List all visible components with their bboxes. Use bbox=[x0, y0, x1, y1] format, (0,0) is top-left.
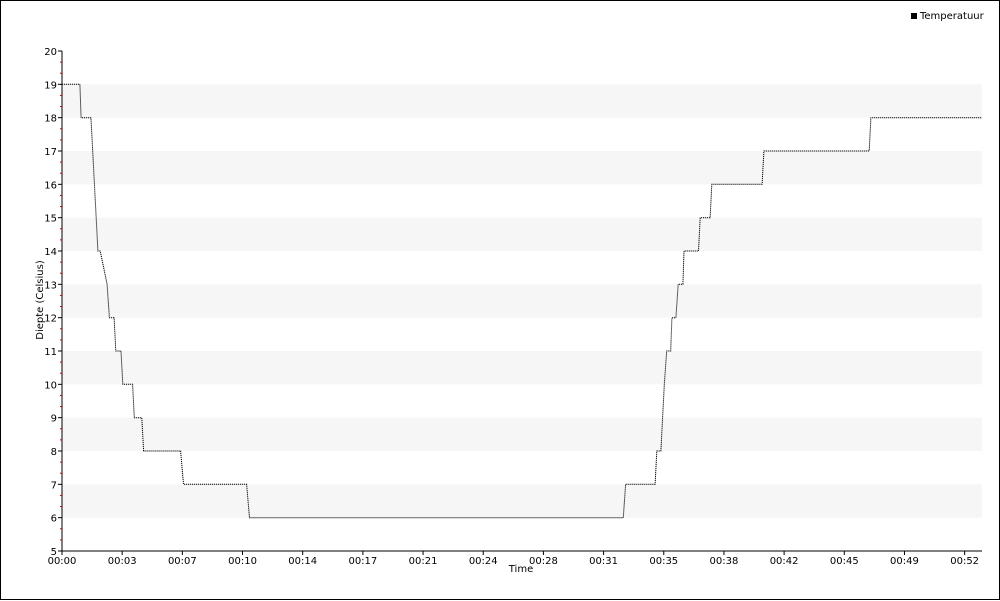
grid-band-8 bbox=[62, 417, 982, 451]
y-tick-label-14: 14 bbox=[44, 247, 57, 258]
y-tick-label-13: 13 bbox=[44, 280, 57, 291]
grid-band-18 bbox=[62, 84, 982, 118]
legend: Temperatuur bbox=[911, 11, 985, 22]
x-tick-label-3: 00:10 bbox=[228, 556, 257, 567]
y-tick-label-6: 6 bbox=[51, 514, 57, 525]
y-tick-label-12: 12 bbox=[44, 314, 57, 325]
y-tick-label-9: 9 bbox=[51, 414, 57, 425]
x-tick-label-6: 00:21 bbox=[409, 556, 438, 567]
temperature-chart: 567891011121314151617181920 00:00 00:03 00… bbox=[35, 11, 985, 575]
grid-bands bbox=[62, 84, 982, 518]
x-tick-label-14: 00:49 bbox=[890, 556, 919, 567]
legend-label-temperatuur: Temperatuur bbox=[919, 11, 985, 22]
x-axis-label: Time bbox=[508, 564, 533, 575]
y-tick-label-20: 20 bbox=[44, 47, 57, 58]
y-axis-ticks: 567891011121314151617181920 bbox=[44, 47, 62, 558]
grid-band-10 bbox=[62, 351, 982, 385]
x-tick-label-10: 00:35 bbox=[649, 556, 678, 567]
chart-frame: 5 6 7 8 9 10 11 12 13 14 15 16 17 18 19 20 00:00 00:03 00… bbox=[0, 0, 1000, 600]
y-tick-label-16: 16 bbox=[44, 180, 57, 191]
legend-swatch bbox=[911, 13, 917, 19]
y-tick-label-10: 10 bbox=[44, 380, 57, 391]
grid-band-6 bbox=[62, 484, 982, 518]
x-tick-label-1: 00:03 bbox=[108, 556, 137, 567]
y-tick-label-18: 18 bbox=[44, 114, 57, 125]
x-tick-label-8: 00:28 bbox=[529, 556, 558, 567]
y-tick-label-17: 17 bbox=[44, 147, 57, 158]
y-tick-label-7: 7 bbox=[51, 480, 57, 491]
x-tick-label-15: 00:52 bbox=[950, 556, 979, 567]
x-tick-label-13: 00:45 bbox=[830, 556, 859, 567]
grid-band-12 bbox=[62, 284, 982, 318]
x-tick-label-5: 00:17 bbox=[348, 556, 377, 567]
x-tick-label-12: 00:42 bbox=[770, 556, 799, 567]
x-tick-label-2: 00:07 bbox=[168, 556, 197, 567]
x-tick-label-4: 00:14 bbox=[288, 556, 317, 567]
grid-band-16 bbox=[62, 151, 982, 185]
x-tick-label-11: 00:38 bbox=[710, 556, 739, 567]
grid-band-14 bbox=[62, 217, 982, 251]
y-tick-label-15: 15 bbox=[44, 214, 57, 225]
y-tick-label-8: 8 bbox=[51, 447, 57, 458]
x-tick-label-7: 00:24 bbox=[469, 556, 498, 567]
y-tick-label-11: 11 bbox=[44, 347, 57, 358]
y-tick-label-19: 19 bbox=[44, 80, 57, 91]
x-tick-label-9: 00:31 bbox=[589, 556, 618, 567]
x-tick-label-0: 00:00 bbox=[48, 556, 77, 567]
y-axis-label: Diepte (Celsius) bbox=[35, 260, 46, 340]
